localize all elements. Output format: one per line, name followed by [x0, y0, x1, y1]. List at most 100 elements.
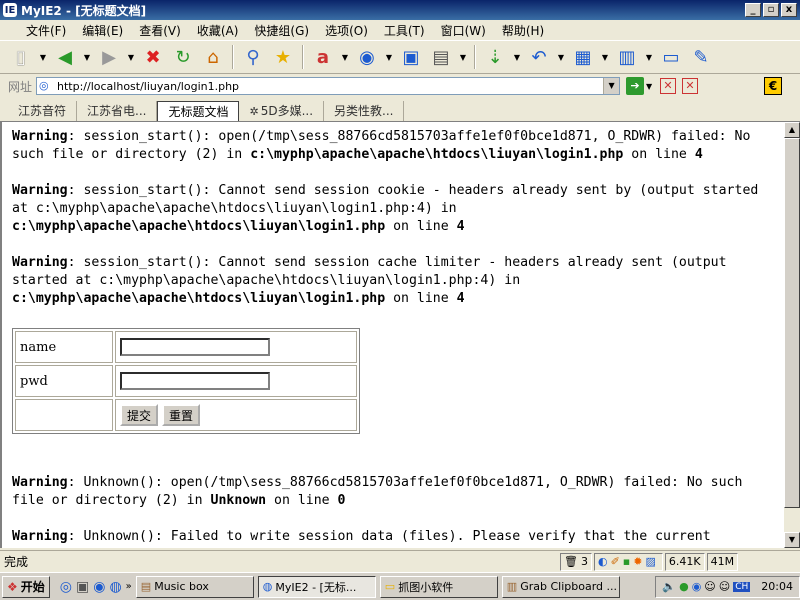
home-icon[interactable]: ⌂ — [200, 44, 226, 70]
task-myie2[interactable]: ◍ MyIE2 - [无标... — [257, 575, 376, 598]
scroll-down-icon[interactable]: ▼ — [784, 532, 800, 548]
globe-icon[interactable]: ◉ — [93, 579, 105, 595]
task-music-box[interactable]: ▤ Music box — [135, 575, 254, 598]
loading-icon: ✲ — [249, 105, 259, 118]
scroll-up-icon[interactable]: ▲ — [784, 122, 800, 138]
start-button[interactable]: ❖ 开始 — [2, 575, 50, 598]
chevron-down-icon[interactable]: ▼ — [38, 44, 48, 70]
vertical-scrollbar[interactable]: ▲ ▼ — [784, 122, 800, 548]
menu-view[interactable]: 查看(V) — [131, 22, 189, 39]
close-all-icon[interactable]: ✕ — [682, 78, 699, 94]
scroll-thumb[interactable] — [784, 138, 800, 508]
chevron-down-icon[interactable]: ▼ — [458, 44, 468, 70]
reset-button[interactable]: 重置 — [162, 404, 201, 426]
task-grab-clipboard[interactable]: ▥ Grab Clipboard ... — [501, 575, 620, 598]
tab-untitled-document[interactable]: 无标题文档 — [157, 101, 240, 121]
brush-icon[interactable]: ✐ — [611, 555, 620, 568]
myie-icon[interactable]: ◍ — [109, 579, 121, 595]
plugin-icon[interactable]: € — [764, 77, 782, 95]
globe-icon[interactable]: ◉ — [354, 44, 380, 70]
warning-line: 4 — [456, 219, 465, 234]
traffic-light-icon[interactable]: ● — [679, 580, 689, 593]
chevron-down-icon[interactable]: ▼ — [600, 44, 610, 70]
tab-jiangsu-music[interactable]: 江苏音符 — [8, 101, 78, 121]
address-input[interactable]: ◎ http://localhost/liuyan/login1.php ▼ — [36, 77, 621, 95]
grid-icon[interactable]: ▦ — [570, 44, 596, 70]
warning-label: Warning — [12, 255, 68, 270]
desktop-icon[interactable]: ▣ — [76, 579, 89, 595]
minimize-button[interactable]: _ — [745, 3, 761, 17]
download-icon[interactable]: ⇣ — [482, 44, 508, 70]
restore-button[interactable]: ▫ — [763, 3, 779, 17]
warning-path: c:\myphp\apache\apache\htdocs\liuyan\log… — [12, 219, 386, 234]
submit-button[interactable]: 提交 — [120, 404, 159, 426]
go-icon[interactable]: ➔ — [626, 77, 645, 95]
refresh-icon[interactable]: ↻ — [170, 44, 196, 70]
stop-icon[interactable]: ✖ — [140, 44, 166, 70]
pwd-input[interactable] — [120, 372, 270, 390]
music-icon: ▤ — [140, 580, 152, 593]
warning-text: : Unknown(): Failed to write session dat… — [67, 529, 711, 544]
ime-indicator[interactable]: CH — [733, 581, 751, 592]
tab-5d-media[interactable]: ✲ 5D多媒... — [239, 101, 325, 121]
warning-text: such file or directory (2) in — [12, 147, 251, 162]
close-tab-icon[interactable]: ✕ — [660, 78, 677, 94]
undo-icon[interactable]: ↶ — [526, 44, 552, 70]
chevron-down-icon[interactable]: ▼ — [340, 44, 350, 70]
chevron-down-icon[interactable]: ▼ — [644, 44, 654, 70]
gear-icon[interactable]: ✹ — [633, 555, 642, 568]
plugin-icon[interactable]: ▪ — [623, 555, 630, 568]
menu-favorites[interactable]: 收藏(A) — [189, 22, 247, 39]
new-page-icon[interactable]: ▯ — [8, 44, 34, 70]
tab-count-panel: 🗑 3 — [560, 552, 592, 571]
volume-icon[interactable]: 🔈 — [662, 580, 676, 593]
edit-icon[interactable]: ✎ — [688, 44, 714, 70]
print-icon[interactable]: ▤ — [428, 44, 454, 70]
name-input[interactable] — [120, 338, 270, 356]
network-icon[interactable]: ◉ — [692, 580, 702, 593]
warning-text: started at c:\myphp\apache\apache\htdocs… — [12, 273, 521, 288]
warning-label: Warning — [12, 529, 68, 544]
tab-other[interactable]: 另类性教... — [324, 101, 405, 121]
forward-icon[interactable]: ▶ — [96, 44, 122, 70]
chevron-down-icon[interactable]: ▼ — [644, 73, 654, 99]
menu-options[interactable]: 选项(O) — [317, 22, 376, 39]
close-button[interactable]: x — [781, 3, 797, 17]
back-icon[interactable]: ◀ — [52, 44, 78, 70]
warning-label: Warning — [12, 475, 68, 490]
menu-tools[interactable]: 工具(T) — [376, 22, 433, 39]
menu-window[interactable]: 窗口(W) — [433, 22, 494, 39]
status-icons-panel: ◐ ✐ ▪ ✹ ▨ — [593, 552, 663, 571]
chevron-down-icon[interactable]: ▼ — [126, 44, 136, 70]
clipboard-icon: ▥ — [506, 580, 518, 593]
columns-icon[interactable]: ▥ — [614, 44, 640, 70]
menu-file[interactable]: 文件(F) — [18, 22, 74, 39]
search-icon[interactable]: ⚲ — [240, 44, 266, 70]
menu-help[interactable]: 帮助(H) — [494, 22, 552, 39]
task-screenshot-tool[interactable]: ▭ 抓图小软件 — [379, 575, 498, 598]
menu-groups[interactable]: 快捷组(G) — [246, 22, 317, 39]
chevron-down-icon[interactable]: ▼ — [603, 78, 620, 94]
chevron-down-icon[interactable]: ▼ — [512, 44, 522, 70]
myie-icon: ◍ — [262, 580, 273, 593]
buttons-cell: 提交 重置 — [115, 399, 357, 431]
save-icon[interactable]: ▭ — [658, 44, 684, 70]
tab-jiangsu-electric[interactable]: 江苏省电... — [77, 101, 158, 121]
ie-icon[interactable]: ◎ — [60, 579, 72, 595]
chevron-down-icon[interactable]: ▼ — [384, 44, 394, 70]
toolbar-separator — [232, 45, 234, 69]
font-icon[interactable]: a — [310, 44, 336, 70]
more-icon[interactable]: » — [126, 581, 132, 592]
menu-edit[interactable]: 编辑(E) — [74, 22, 131, 39]
popup-icon[interactable]: ◐ — [598, 555, 608, 568]
window-controls: _ ▫ x — [745, 3, 797, 17]
warning-label: Warning — [12, 129, 68, 144]
chevron-down-icon[interactable]: ▼ — [82, 44, 92, 70]
window-icon[interactable]: ▣ — [398, 44, 424, 70]
favorites-icon[interactable]: ★ — [270, 44, 296, 70]
qq-icon[interactable]: ☺ — [704, 580, 715, 593]
qq-icon[interactable]: ☺ — [719, 580, 730, 593]
image-icon[interactable]: ▨ — [645, 555, 655, 568]
chevron-down-icon[interactable]: ▼ — [556, 44, 566, 70]
warning-text: : session_start(): open(/tmp\sess_88766c… — [67, 129, 751, 144]
